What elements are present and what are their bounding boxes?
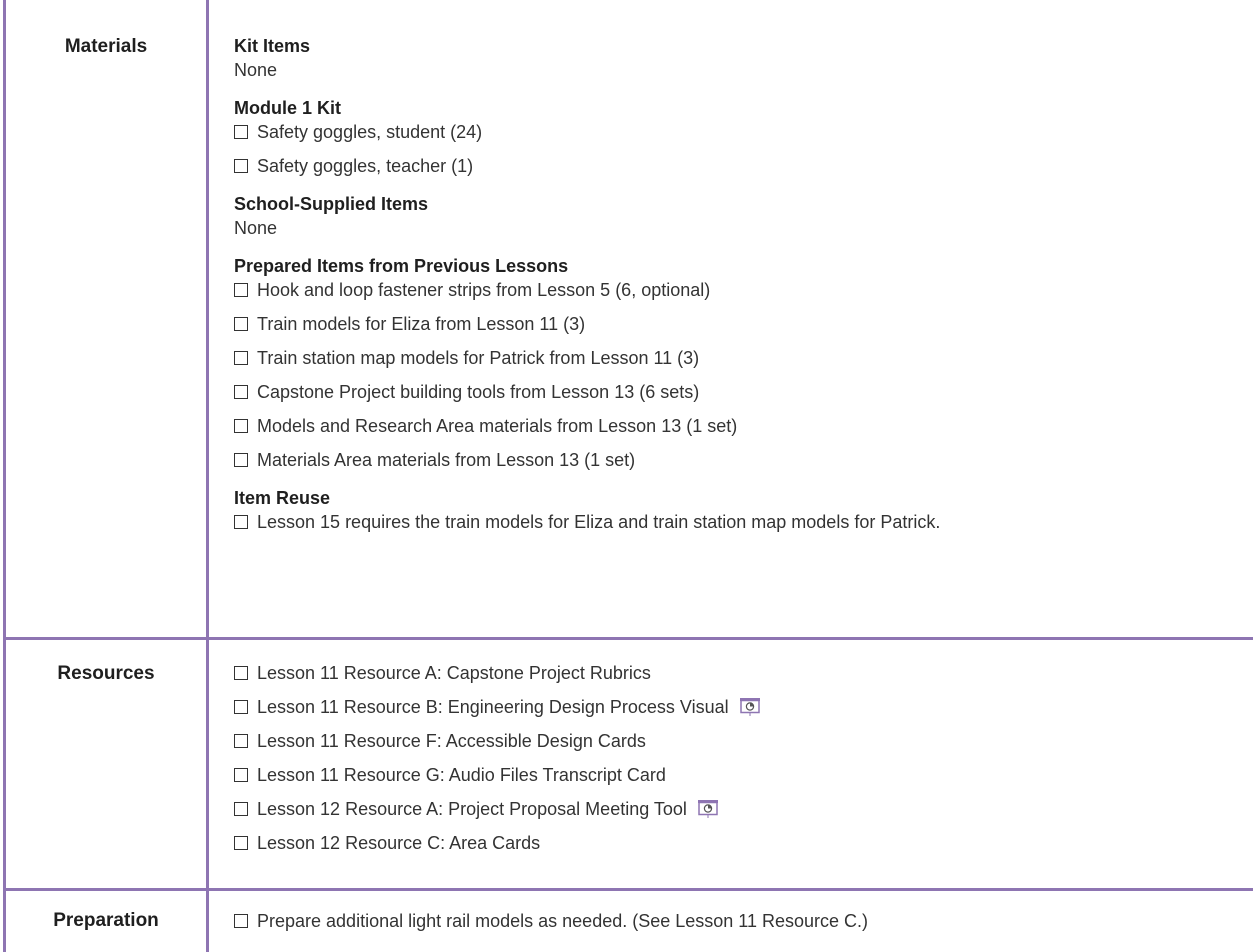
checkbox-icon[interactable] xyxy=(234,700,248,714)
checkbox-icon[interactable] xyxy=(234,453,248,467)
resource-item: Lesson 12 Resource C: Area Cards xyxy=(234,831,1234,855)
presentation-icon[interactable] xyxy=(697,799,719,819)
checklist-item: Train models for Eliza from Lesson 11 (3… xyxy=(234,312,1234,336)
materials-table: Materials Kit Items None Module 1 Kit Sa… xyxy=(3,0,1253,952)
resources-cell: Lesson 11 Resource A: Capstone Project R… xyxy=(234,661,1234,855)
presentation-icon[interactable] xyxy=(739,697,761,717)
kit-items-text: None xyxy=(234,60,278,80)
checkbox-icon[interactable] xyxy=(234,125,248,139)
checkbox-icon[interactable] xyxy=(234,666,248,680)
resource-item: Lesson 11 Resource G: Audio Files Transc… xyxy=(234,763,1234,787)
checklist-item: Lesson 15 requires the train models for … xyxy=(234,510,1234,534)
checklist-item: Materials Area materials from Lesson 13 … xyxy=(234,448,1234,472)
preparation-heading: Preparation xyxy=(53,910,159,931)
checkbox-icon[interactable] xyxy=(234,768,248,782)
resources-heading: Resources xyxy=(57,663,155,684)
checkbox-icon[interactable] xyxy=(234,802,248,816)
item-reuse-title: Item Reuse xyxy=(234,488,331,508)
checkbox-icon[interactable] xyxy=(234,836,248,850)
kit-items-title: Kit Items xyxy=(234,36,311,56)
checkbox-icon[interactable] xyxy=(234,419,248,433)
prepared-items-title: Prepared Items from Previous Lessons xyxy=(234,256,569,276)
checklist-item: Train station map models for Patrick fro… xyxy=(234,346,1234,370)
checkbox-icon[interactable] xyxy=(234,515,248,529)
materials-cell: Kit Items None Module 1 Kit Safety goggl… xyxy=(234,34,1234,548)
checkbox-icon[interactable] xyxy=(234,385,248,399)
preparation-item: Prepare additional light rail models as … xyxy=(234,909,1234,933)
checklist-item: Safety goggles, student (24) xyxy=(234,120,1234,144)
resource-item: Lesson 11 Resource B: Engineering Design… xyxy=(234,695,1234,719)
column-divider xyxy=(206,0,209,952)
checkbox-icon[interactable] xyxy=(234,317,248,331)
school-supplied-text: None xyxy=(234,218,278,238)
materials-heading: Materials xyxy=(64,36,148,57)
school-supplied-title: School-Supplied Items xyxy=(234,194,429,214)
checkbox-icon[interactable] xyxy=(234,283,248,297)
resource-item: Lesson 11 Resource A: Capstone Project R… xyxy=(234,661,1234,685)
checkbox-icon[interactable] xyxy=(234,914,248,928)
checkbox-icon[interactable] xyxy=(234,351,248,365)
row-divider xyxy=(6,888,1253,891)
resource-item: Lesson 12 Resource A: Project Proposal M… xyxy=(234,797,1234,821)
checklist-item: Models and Research Area materials from … xyxy=(234,414,1234,438)
checkbox-icon[interactable] xyxy=(234,159,248,173)
checklist-item: Capstone Project building tools from Les… xyxy=(234,380,1234,404)
checkbox-icon[interactable] xyxy=(234,734,248,748)
resource-item: Lesson 11 Resource F: Accessible Design … xyxy=(234,729,1234,753)
checklist-item: Hook and loop fastener strips from Lesso… xyxy=(234,278,1234,302)
checklist-item: Safety goggles, teacher (1) xyxy=(234,154,1234,178)
preparation-cell: Prepare additional light rail models as … xyxy=(234,909,1234,933)
module-kit-title: Module 1 Kit xyxy=(234,98,341,118)
row-divider xyxy=(6,637,1253,640)
